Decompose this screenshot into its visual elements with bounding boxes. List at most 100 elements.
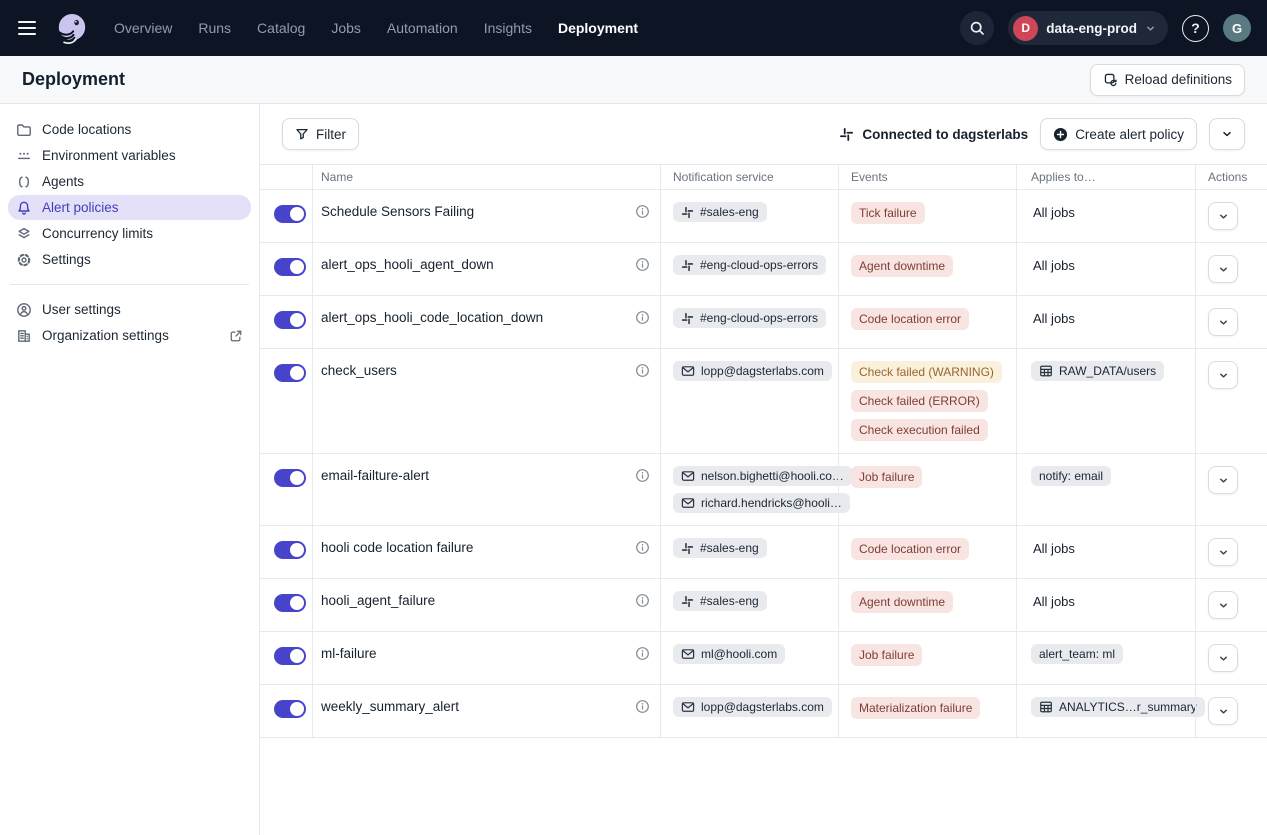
applies-to-asset-chip: ANALYTICS…r_summary bbox=[1031, 697, 1205, 717]
toggle-cell bbox=[260, 454, 312, 525]
help-button[interactable]: ? bbox=[1182, 15, 1209, 42]
deployment-switcher[interactable]: D data-eng-prod bbox=[1008, 11, 1168, 45]
toggle-cell bbox=[260, 579, 312, 631]
event-tag: Job failure bbox=[851, 644, 922, 666]
chevron-down-icon bbox=[1221, 128, 1233, 140]
notification-cell: lopp@dagsterlabs.com bbox=[660, 349, 838, 453]
user-avatar[interactable]: G bbox=[1223, 14, 1251, 42]
event-tag: Job failure bbox=[851, 466, 922, 488]
nav-item-overview[interactable]: Overview bbox=[114, 20, 172, 36]
name-cell: alert_ops_hooli_code_location_down bbox=[312, 296, 660, 348]
alert-policy-row: alert_ops_hooli_agent_down #eng-cloud-op… bbox=[260, 243, 1267, 296]
events-cell: Job failure bbox=[838, 454, 1016, 525]
info-icon[interactable] bbox=[635, 646, 650, 661]
applies-cell: RAW_DATA/users bbox=[1016, 349, 1195, 453]
applies-cell: All jobs bbox=[1016, 526, 1195, 578]
chevron-down-icon bbox=[1218, 211, 1229, 222]
row-actions-button[interactable] bbox=[1208, 202, 1238, 230]
sidebar-item-concurrency-limits[interactable]: Concurrency limits bbox=[8, 221, 251, 246]
slack-channel-chip: #sales-eng bbox=[673, 591, 767, 611]
create-policy-more-button[interactable] bbox=[1209, 118, 1245, 150]
policy-name: Schedule Sensors Failing bbox=[321, 202, 474, 219]
notification-target: #sales-eng bbox=[700, 541, 759, 555]
event-tag: Check failed (WARNING) bbox=[851, 361, 1002, 383]
policy-enabled-toggle[interactable] bbox=[274, 647, 306, 665]
column-header-events: Events bbox=[838, 165, 1016, 189]
nav-item-automation[interactable]: Automation bbox=[387, 20, 458, 36]
nav-item-jobs[interactable]: Jobs bbox=[331, 20, 361, 36]
applies-to-text: All jobs bbox=[1031, 255, 1075, 273]
toggle-knob bbox=[290, 366, 304, 380]
toggle-knob bbox=[290, 649, 304, 663]
sidebar-item-environment-variables[interactable]: Environment variables bbox=[8, 143, 251, 168]
policy-enabled-toggle[interactable] bbox=[274, 541, 306, 559]
policy-name: email-failture-alert bbox=[321, 466, 429, 483]
nav-item-insights[interactable]: Insights bbox=[484, 20, 532, 36]
menu-icon[interactable] bbox=[16, 16, 40, 40]
row-actions-button[interactable] bbox=[1208, 255, 1238, 283]
event-tag: Agent downtime bbox=[851, 255, 953, 277]
info-icon[interactable] bbox=[635, 468, 650, 483]
row-actions-button[interactable] bbox=[1208, 697, 1238, 725]
policy-enabled-toggle[interactable] bbox=[274, 258, 306, 276]
nav-item-runs[interactable]: Runs bbox=[198, 20, 231, 36]
slack-channel-chip: #sales-eng bbox=[673, 202, 767, 222]
notification-target: #sales-eng bbox=[700, 594, 759, 608]
info-icon[interactable] bbox=[635, 310, 650, 325]
sidebar-item-label: Organization settings bbox=[42, 328, 169, 343]
sidebar-item-label: Concurrency limits bbox=[42, 226, 153, 241]
row-actions-button[interactable] bbox=[1208, 466, 1238, 494]
info-icon[interactable] bbox=[635, 363, 650, 378]
env-vars-icon bbox=[16, 148, 32, 164]
info-icon[interactable] bbox=[635, 540, 650, 555]
event-tag: Code location error bbox=[851, 308, 969, 330]
sidebar-item-user-settings[interactable]: User settings bbox=[8, 297, 251, 322]
row-actions-button[interactable] bbox=[1208, 591, 1238, 619]
row-actions-button[interactable] bbox=[1208, 644, 1238, 672]
sidebar-item-settings[interactable]: Settings bbox=[8, 247, 251, 272]
sidebar-primary-group: Code locationsEnvironment variablesAgent… bbox=[0, 117, 259, 272]
notification-cell: lopp@dagsterlabs.com bbox=[660, 685, 838, 737]
nav-item-deployment[interactable]: Deployment bbox=[558, 20, 638, 36]
chevron-down-icon bbox=[1218, 475, 1229, 486]
policy-enabled-toggle[interactable] bbox=[274, 594, 306, 612]
event-tag: Check failed (ERROR) bbox=[851, 390, 988, 412]
policy-enabled-toggle[interactable] bbox=[274, 700, 306, 718]
applies-cell: notify: email bbox=[1016, 454, 1195, 525]
sidebar-item-code-locations[interactable]: Code locations bbox=[8, 117, 251, 142]
create-alert-policy-button[interactable]: Create alert policy bbox=[1040, 118, 1197, 150]
slack-icon bbox=[681, 542, 694, 555]
email-recipient-chip: ml@hooli.com bbox=[673, 644, 785, 664]
search-button[interactable] bbox=[960, 11, 994, 45]
info-icon[interactable] bbox=[635, 257, 650, 272]
sidebar-item-alert-policies[interactable]: Alert policies bbox=[8, 195, 251, 220]
dagster-logo-icon[interactable] bbox=[54, 10, 90, 46]
info-icon[interactable] bbox=[635, 204, 650, 219]
name-cell: email-failture-alert bbox=[312, 454, 660, 525]
reload-definitions-button[interactable]: Reload definitions bbox=[1090, 64, 1245, 96]
notification-cell: #eng-cloud-ops-errors bbox=[660, 243, 838, 295]
sidebar-item-organization-settings[interactable]: Organization settings bbox=[8, 323, 251, 348]
row-actions-button[interactable] bbox=[1208, 308, 1238, 336]
chevron-down-icon bbox=[1218, 653, 1229, 664]
applies-to-asset-chip: RAW_DATA/users bbox=[1031, 361, 1164, 381]
slack-icon bbox=[839, 127, 854, 142]
sidebar-item-agents[interactable]: Agents bbox=[8, 169, 251, 194]
policy-enabled-toggle[interactable] bbox=[274, 205, 306, 223]
actions-cell bbox=[1195, 579, 1267, 631]
policy-enabled-toggle[interactable] bbox=[274, 469, 306, 487]
event-tag: Materialization failure bbox=[851, 697, 980, 719]
policy-enabled-toggle[interactable] bbox=[274, 364, 306, 382]
row-actions-button[interactable] bbox=[1208, 361, 1238, 389]
name-cell: ml-failure bbox=[312, 632, 660, 684]
info-icon[interactable] bbox=[635, 699, 650, 714]
policy-name: check_users bbox=[321, 361, 397, 378]
policy-enabled-toggle[interactable] bbox=[274, 311, 306, 329]
nav-item-catalog[interactable]: Catalog bbox=[257, 20, 305, 36]
filter-button[interactable]: Filter bbox=[282, 118, 359, 150]
row-actions-button[interactable] bbox=[1208, 538, 1238, 566]
info-icon[interactable] bbox=[635, 593, 650, 608]
applies-to-chip: alert_team: ml bbox=[1031, 644, 1123, 664]
actions-cell bbox=[1195, 190, 1267, 242]
event-tag: Code location error bbox=[851, 538, 969, 560]
